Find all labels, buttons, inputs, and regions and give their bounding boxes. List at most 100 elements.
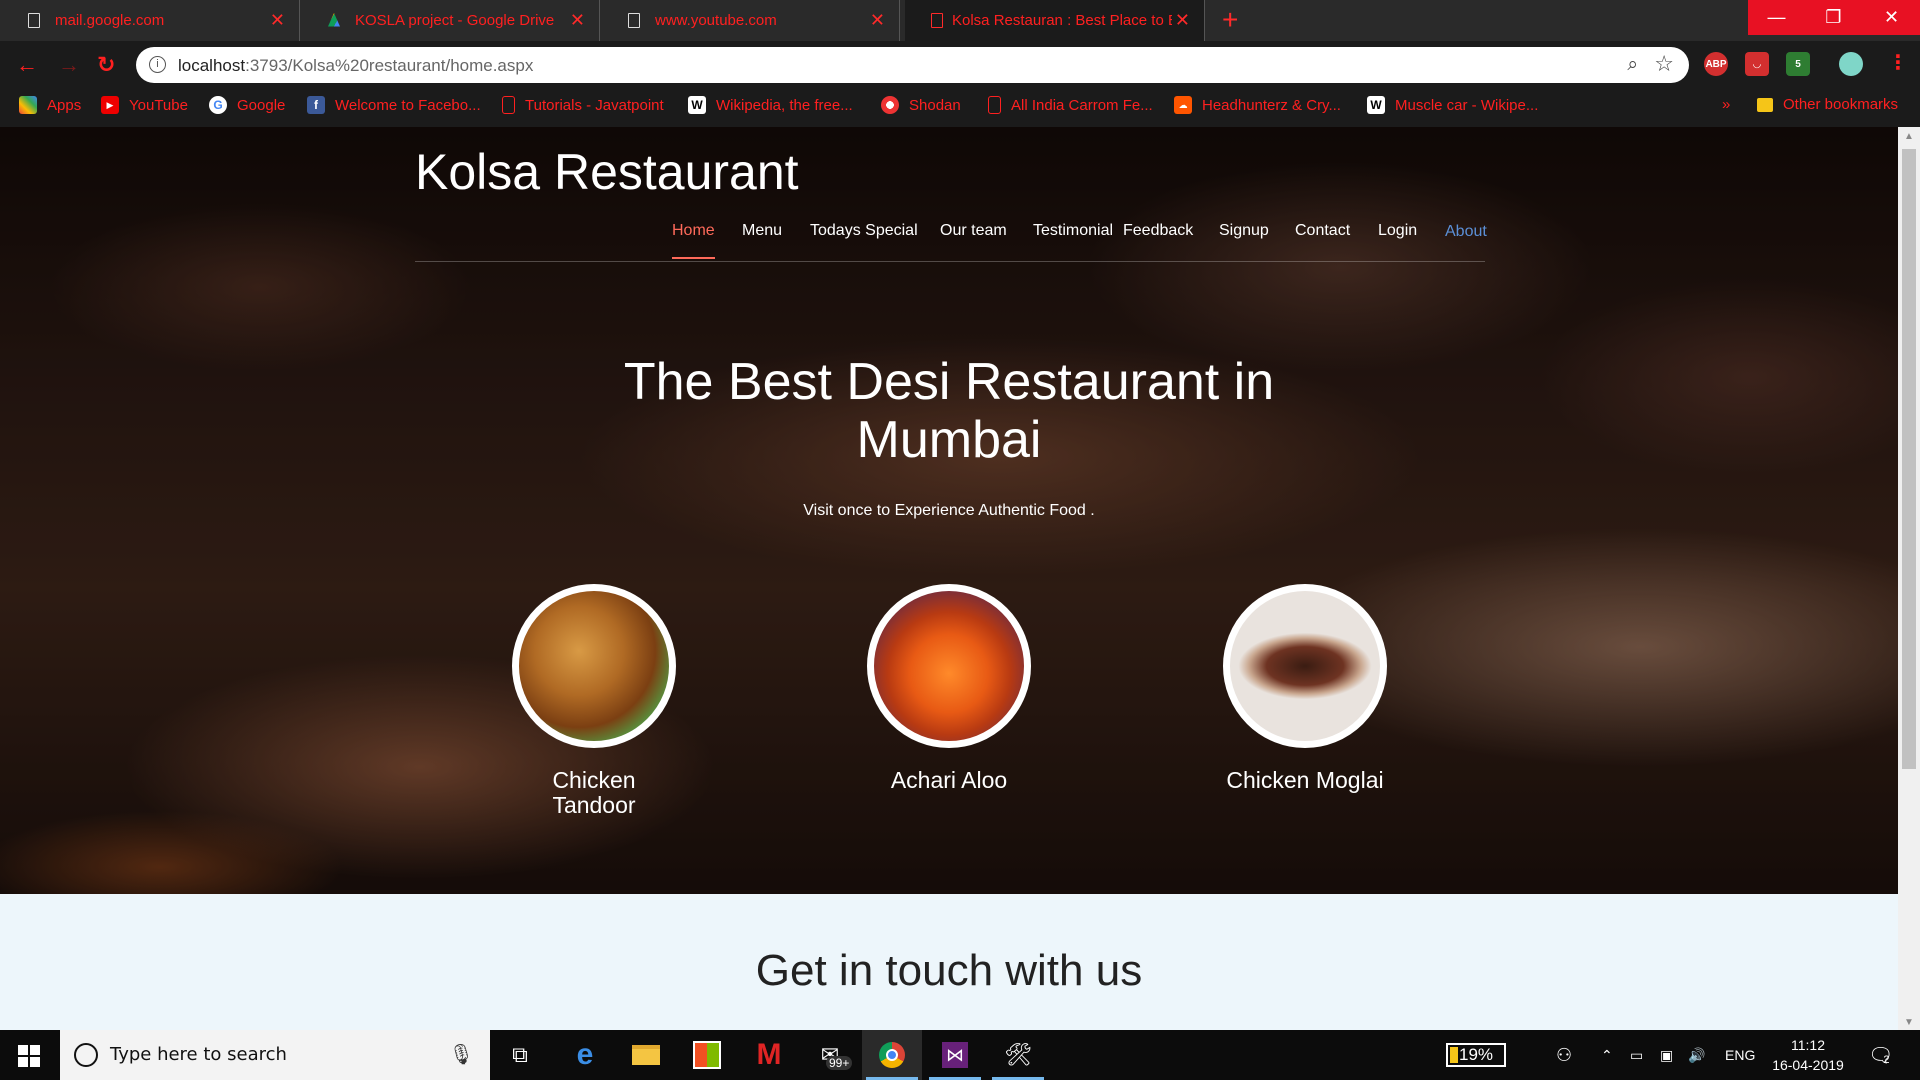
page-icon [931,13,943,28]
soundcloud-icon: ☁ [1174,96,1192,114]
address-bar[interactable]: i localhost:3793/Kolsa%20restaurant/home… [136,47,1689,83]
adblock-icon[interactable]: ABP [1704,52,1728,76]
extension-icon[interactable]: 5 [1786,52,1810,76]
info-icon[interactable]: i [149,56,166,73]
page-icon [628,13,640,28]
windows-start-icon[interactable] [18,1045,40,1067]
battery-indicator[interactable]: 19% [1446,1043,1506,1067]
show-hidden-icons[interactable]: ⌃ [1601,1030,1613,1080]
tab-drive[interactable]: KOSLA project - Google Drive ✕ [300,0,600,41]
edge-icon[interactable]: e [555,1030,615,1080]
microphone-icon[interactable]: 🎙 [449,1042,474,1067]
nav-menu[interactable]: Menu [742,222,782,240]
bookmark-wikipedia[interactable]: W Wikipedia, the free... [688,96,853,114]
bookmark-javatpoint[interactable]: Tutorials - Javatpoint [502,96,664,114]
mcafee-icon[interactable]: M [739,1030,799,1080]
tab-gmail[interactable]: mail.google.com ✕ [0,0,300,41]
battery-percent: 19% [1458,1045,1494,1064]
bookmark-label: Welcome to Facebo... [335,96,481,114]
task-view-icon[interactable]: ⧉ [490,1030,550,1080]
mail-icon[interactable]: ✉ 99+ [800,1030,860,1080]
bookmark-facebook[interactable]: f Welcome to Facebo... [307,96,481,114]
dish-image[interactable] [512,584,676,748]
bookmark-label: Apps [47,96,82,114]
bookmark-carrom[interactable]: All India Carrom Fe... [988,96,1153,114]
other-bookmarks[interactable]: Other bookmarks [1757,96,1898,113]
zoom-icon[interactable]: ⌕ [1627,54,1638,76]
url-text[interactable]: localhost:3793/Kolsa%20restaurant/home.a… [178,56,533,76]
nav-home[interactable]: Home [672,222,715,259]
tab-kolsa[interactable]: Kolsa Restauran : Best Place to Ea ✕ [905,0,1205,41]
language-indicator[interactable]: ENG [1725,1030,1755,1080]
bookmark-muscle-car[interactable]: W Muscle car - Wikipe... [1367,96,1538,114]
bookmark-youtube[interactable]: ▶ YouTube [101,96,188,114]
nav-login[interactable]: Login [1378,222,1417,240]
minimize-button[interactable]: — [1748,0,1805,35]
close-tab-icon[interactable]: ✕ [270,10,285,31]
close-tab-icon[interactable]: ✕ [870,10,885,31]
bookmark-apps[interactable]: Apps [19,96,81,114]
nav-todays-special[interactable]: Todays Special [810,222,918,240]
dish-card-chicken-moglai[interactable]: Chicken Moglai [1185,584,1425,793]
scrollbar-thumb[interactable] [1902,149,1916,769]
new-tab-button[interactable]: + [1222,4,1238,36]
tab-title: Kolsa Restauran : Best Place to Ea [952,12,1172,29]
pocket-icon[interactable]: ◡ [1745,52,1769,76]
dish-card-chicken-tandoor[interactable]: Chicken Tandoor [474,584,714,818]
nav-our-team[interactable]: Our team [940,222,1007,240]
scroll-down-icon[interactable]: ▼ [1904,1017,1914,1028]
dish-image[interactable] [1223,584,1387,748]
volume-icon[interactable]: 🔊 [1688,1030,1705,1080]
file-explorer-icon[interactable] [616,1030,676,1080]
store-icon[interactable] [677,1030,737,1080]
dish-name: Achari Aloo [890,767,1008,793]
tab-youtube[interactable]: www.youtube.com ✕ [600,0,900,41]
nav-feedback[interactable]: Feedback [1123,222,1193,240]
bookmark-headhunterz[interactable]: ☁ Headhunterz & Cry... [1174,96,1341,114]
toolbar: ← → ↻ i localhost:3793/Kolsa%20restauran… [0,41,1920,88]
bookmark-label: Shodan [909,96,961,114]
folder-icon [1757,97,1773,112]
restore-button[interactable]: ❐ [1805,0,1862,35]
bookmark-star-icon[interactable]: ☆ [1654,51,1674,77]
dish-image[interactable] [867,584,1031,748]
hero-tagline: Visit once to Experience Authentic Food … [803,502,1095,519]
clock[interactable]: 11:12 16-04-2019 [1768,1035,1848,1075]
people-icon[interactable]: ⚇ [1556,1030,1572,1080]
chrome-icon[interactable] [862,1030,922,1080]
reload-button[interactable]: ↻ [97,52,115,78]
url-host: localhost [178,56,246,75]
forward-button[interactable]: → [58,52,80,78]
close-window-button[interactable]: ✕ [1863,0,1920,35]
battery-tray-icon[interactable]: ▭ [1630,1030,1643,1080]
close-tab-icon[interactable]: ✕ [570,10,585,31]
close-tab-icon[interactable]: ✕ [1175,10,1190,31]
bookmark-google[interactable]: G Google [209,96,285,114]
facebook-icon: f [307,96,325,114]
bookmarks-overflow-icon[interactable]: » [1722,96,1730,113]
windows-taskbar: Type here to search 🎙 ⧉ e M ✉ 99+ ⋈ 🛠 19%… [0,1030,1920,1080]
nav-signup[interactable]: Signup [1219,222,1269,240]
web-page: Kolsa Restaurant Home Menu Todays Specia… [0,127,1898,1030]
scroll-up-icon[interactable]: ▲ [1904,131,1914,142]
page-scrollbar[interactable]: ▲ ▼ [1898,127,1920,1030]
visual-studio-icon[interactable]: ⋈ [925,1030,985,1080]
bookmark-label: YouTube [129,96,188,114]
clock-time: 11:12 [1791,1037,1825,1053]
back-button[interactable]: ← [16,52,38,78]
nav-contact[interactable]: Contact [1295,222,1350,240]
profile-avatar[interactable] [1839,52,1863,76]
tools-icon[interactable]: 🛠 [988,1030,1048,1080]
bookmark-label: Other bookmarks [1783,96,1899,113]
taskbar-search-box[interactable]: Type here to search 🎙 [60,1030,490,1080]
nav-testimonial[interactable]: Testimonial [1033,222,1113,240]
site-logo-text[interactable]: Kolsa Restaurant [415,143,799,201]
nav-about[interactable]: About [1445,223,1487,241]
menu-icon[interactable]: ⋮ [1888,50,1908,75]
google-icon: G [209,96,227,114]
bookmark-shodan[interactable]: Shodan [881,96,961,114]
dish-card-achari-aloo[interactable]: Achari Aloo [829,584,1069,793]
network-icon[interactable]: ▣ [1660,1030,1673,1080]
notifications-icon[interactable]: 🗨 2 [1868,1030,1893,1080]
bookmarks-bar: Apps ▶ YouTube G Google f Welcome to Facebo… [0,88,1920,127]
